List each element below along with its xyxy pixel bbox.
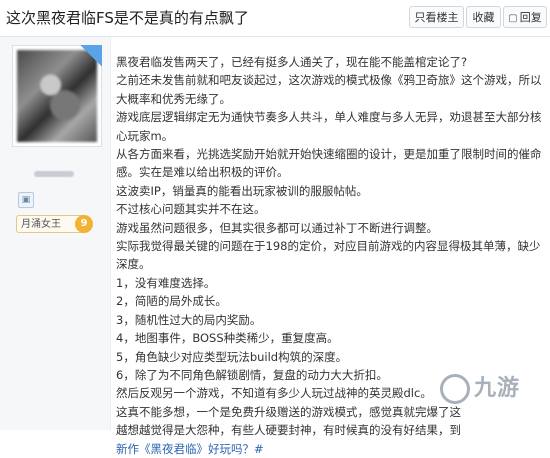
watermark-logo-icon — [440, 374, 470, 404]
level-number: 9 — [75, 215, 93, 233]
reply-icon: ▢ — [508, 13, 518, 24]
corner-tag-icon — [80, 45, 102, 67]
paragraph: 游戏虽然问题很多，但其实很多都可以通过补丁不断进行调整。 — [116, 220, 438, 235]
author-sidebar: ▣ 月涌女王 9 — [0, 37, 111, 430]
list-item: 3，随机性过大的局内奖励。 — [116, 312, 262, 327]
username-blurred[interactable] — [34, 171, 74, 177]
paragraph: 之前还未发售前就和吧友谈起过，这次游戏的模式极像《鸦卫奇旅》这个游戏，所以大概率… — [116, 73, 542, 106]
paragraph: 越想越觉得是大怨种，有些人硬要封神，有时候真的没有好结果，到 — [116, 423, 461, 438]
level-badge[interactable]: 月涌女王 9 — [16, 215, 93, 233]
reply-button[interactable]: ▢ 回复 — [503, 6, 547, 28]
reply-label: 回复 — [519, 11, 542, 24]
paragraph: 这波卖IP，销量真的能看出玩家被训的服服帖帖。 — [116, 183, 368, 198]
only-author-button[interactable]: 只看楼主 — [409, 6, 464, 28]
post-header: 这次黑夜君临FS是不是真的有点飘了 只看楼主 收藏 ▢ 回复 — [0, 0, 550, 37]
list-item: 5，角色缺少对应类型玩法build构筑的深度。 — [116, 349, 348, 364]
list-item: 4，地图事件，BOSS种类稀少，重复度高。 — [116, 331, 339, 346]
avatar-frame[interactable] — [12, 45, 102, 147]
watermark-text: 九游 — [474, 376, 521, 401]
list-item: 2，简陋的局外成长。 — [116, 294, 227, 309]
paragraph: 实际我觉得最关键的问题在于198的定价，对应目前游戏的内容显得极其单薄，缺少深度… — [116, 239, 541, 272]
list-item: 1，没有难度选择。 — [116, 275, 216, 290]
post-title: 这次黑夜君临FS是不是真的有点飘了 — [6, 9, 249, 27]
user-badge-icon[interactable]: ▣ — [18, 192, 34, 208]
paragraph: 黑夜君临发售两天了，已经有挺多人通关了，现在能不能盖棺定论了? — [116, 55, 468, 69]
paragraph: 从各方面来看，光挑选奖励开始就开始快速缩圈的设计，更是加重了限制时间的催命感。实… — [116, 147, 542, 180]
topic-link[interactable]: 新作《黑夜君临》好玩吗？# — [116, 440, 544, 458]
paragraph: 不过核心问题其实并不在这。 — [116, 202, 266, 217]
watermark: 九游 — [440, 370, 548, 418]
level-name: 月涌女王 — [21, 219, 61, 230]
favorite-button[interactable]: 收藏 — [466, 6, 501, 28]
paragraph: 游戏底层逻辑绑定无为通快节奏多人共斗，单人难度与多人无异，劝退甚至大部分核心玩家… — [116, 110, 542, 143]
